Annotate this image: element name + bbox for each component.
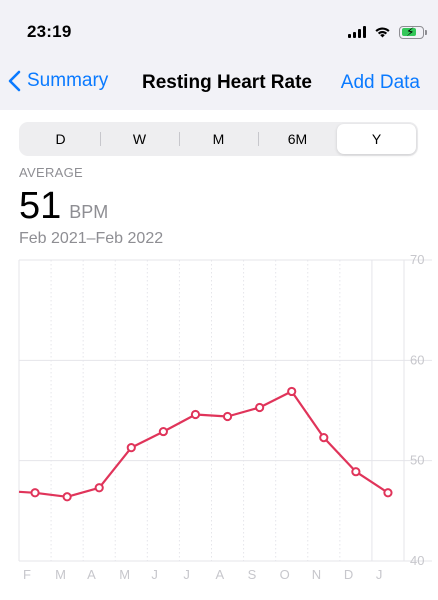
data-point xyxy=(62,492,72,502)
x-tick-label: J xyxy=(183,567,190,582)
y-tick-label: 70 xyxy=(410,252,424,267)
x-tick-label: J xyxy=(376,567,383,582)
segment-year[interactable]: Y xyxy=(337,124,416,154)
x-tick-label: D xyxy=(344,567,353,582)
data-point xyxy=(351,467,361,477)
data-point xyxy=(158,426,168,437)
average-unit: BPM xyxy=(69,202,109,222)
average-label: AVERAGE xyxy=(19,165,83,180)
data-point xyxy=(126,443,136,453)
data-point xyxy=(383,488,393,498)
data-point xyxy=(30,488,40,498)
x-tick-label: F xyxy=(23,567,31,582)
data-point xyxy=(190,409,201,420)
status-icons: ⚡ xyxy=(348,22,427,42)
x-tick-label: O xyxy=(280,567,290,582)
average-number: 51 xyxy=(19,185,62,227)
y-tick-label: 50 xyxy=(410,453,424,468)
y-tick-label: 40 xyxy=(410,553,424,568)
chevron-left-icon xyxy=(8,70,21,92)
cellular-signal-icon xyxy=(348,26,366,38)
date-range: Feb 2021–Feb 2022 xyxy=(19,230,164,247)
back-label: Summary xyxy=(27,70,109,91)
segment-six-months[interactable]: 6M xyxy=(258,124,337,154)
battery-charging-icon: ⚡ xyxy=(399,25,427,39)
add-data-button[interactable]: Add Data xyxy=(341,72,420,94)
heart-rate-chart[interactable]: 40 50 60 70 F M A M J J A S O N D J xyxy=(0,250,438,590)
x-tick-label: S xyxy=(248,567,257,582)
series-line xyxy=(18,390,389,498)
x-tick-label: M xyxy=(119,567,130,582)
period-segmented-control: D W M 6M Y xyxy=(19,122,418,156)
x-tick-label: A xyxy=(87,567,96,582)
x-tick-label: J xyxy=(151,567,158,582)
x-tick-label: N xyxy=(312,567,321,582)
x-tick-label: A xyxy=(216,567,225,582)
y-tick-label: 60 xyxy=(410,352,424,367)
data-point xyxy=(319,432,329,443)
data-point xyxy=(94,483,104,493)
wifi-icon xyxy=(375,27,390,38)
segment-day[interactable]: D xyxy=(21,124,100,154)
data-point xyxy=(222,411,233,422)
back-button[interactable]: Summary xyxy=(8,70,108,92)
average-value: 51 BPM xyxy=(19,185,108,228)
status-time: 23:19 xyxy=(27,22,72,41)
x-tick-label: M xyxy=(55,567,66,582)
segment-week[interactable]: W xyxy=(100,124,179,154)
data-point xyxy=(287,386,297,397)
data-point xyxy=(255,402,265,413)
segment-month[interactable]: M xyxy=(179,124,258,154)
